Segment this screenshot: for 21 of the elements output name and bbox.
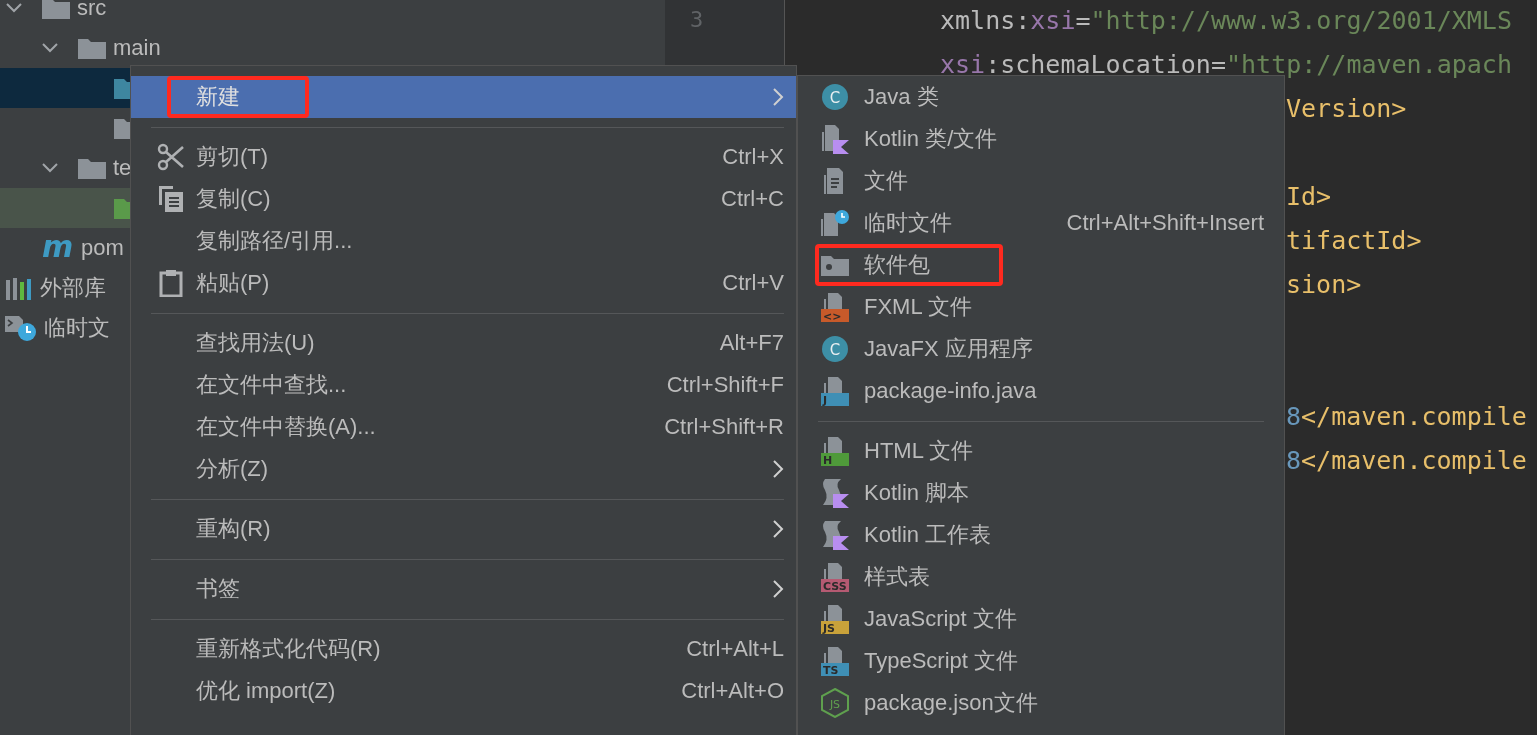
code-line: sion>: [1286, 269, 1362, 299]
maven-icon: m: [42, 235, 74, 261]
class-icon: C: [821, 83, 849, 111]
code-line: Id>: [1286, 181, 1332, 211]
code-line: tifactId>: [1286, 225, 1422, 255]
shortcut-text: Alt+F7: [719, 330, 784, 356]
shortcut-text: Ctrl+Alt+Shift+Insert: [1066, 210, 1264, 236]
shortcut-text: Ctrl+Alt+O: [681, 678, 784, 704]
code-line: 8</maven.compile: [1286, 401, 1527, 431]
class-icon: C: [821, 335, 849, 363]
shortcut-text: Ctrl+V: [722, 270, 784, 296]
shortcut-text: Ctrl+C: [721, 186, 784, 212]
code-line: Version>: [1286, 93, 1407, 123]
code-line: 8</maven.compile: [1286, 445, 1527, 475]
shortcut-text: Ctrl+Shift+F: [666, 372, 784, 398]
shortcut-text: Ctrl+Alt+L: [686, 636, 784, 662]
nodejs-icon: JS: [821, 688, 849, 718]
code-line: xmlns:xsi="http://www.w3.org/2001/XMLS: [940, 5, 1512, 35]
shortcut-text: Ctrl+X: [722, 144, 784, 170]
shortcut-text: Ctrl+Shift+R: [664, 414, 784, 440]
code-line: xsi:schemaLocation="http://maven.apach: [940, 49, 1512, 79]
